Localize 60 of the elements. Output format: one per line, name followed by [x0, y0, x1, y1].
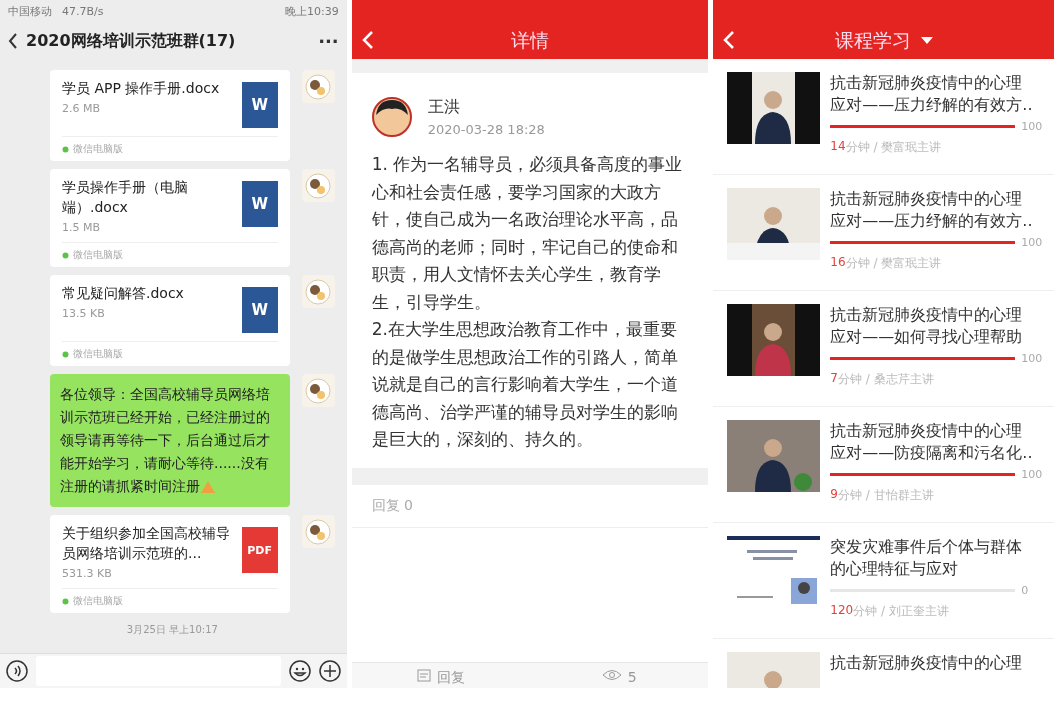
- chat-title: 2020网络培训示范班群(17): [26, 30, 237, 52]
- lecturer-info: 分钟 / 樊富珉主讲: [845, 139, 942, 156]
- course-title: 抗击新冠肺炎疫情中的心理应对——压力纾解的有效方..: [830, 72, 1034, 116]
- file-card[interactable]: 关于组织参加全国高校辅导员网络培训示范班的... 531.3 KB PDF 微信电脑版: [50, 515, 290, 613]
- file-type-icon: W: [241, 82, 278, 128]
- file-name: 常见疑问解答.docx: [62, 284, 185, 303]
- progress-percent: 100: [1021, 352, 1043, 365]
- post-paragraph: 1. 作为一名辅导员，必须具备高度的事业心和社会责任感，要学习国家的大政方针，使自己成为一名政治理论水平高，品德高尚的老师；同时，牢记自己的使命和职责，用人文情怀去关心学生，教育学生，引导学生。: [371, 153, 684, 314]
- source-label: 微信电脑版: [73, 248, 123, 262]
- file-type-icon: W: [241, 287, 278, 333]
- course-item[interactable]: 抗击新冠肺炎疫情中的心理应对——压力纾解的有效方.. 100 16分钟 / 樊富珉主讲: [713, 175, 1054, 291]
- course-item[interactable]: 突发灾难事件后个体与群体的心理特征与应对 0 120分钟 / 刘正奎主讲: [713, 523, 1054, 639]
- page-title[interactable]: 课程学习: [834, 27, 911, 54]
- file-size: 13.5 KB: [62, 307, 106, 320]
- file-card[interactable]: 学员 APP 操作手册.docx 2.6 MB W 微信电脑版: [50, 70, 290, 161]
- file-card[interactable]: 学员操作手册（电脑端）.docx 1.5 MB W 微信电脑版: [50, 169, 290, 267]
- lecturer-info: 分钟 / 甘怡群主讲: [837, 487, 934, 504]
- carrier-name: 中国移动: [8, 3, 52, 19]
- message-bubble: 各位领导：全国高校辅导员网络培训示范班已经开始，已经注册过的领导请再等待一下，后台通过后才能开始学习，请耐心等待......没有注册的请抓紧时间注册: [50, 374, 290, 507]
- duration-minutes: 14: [830, 139, 846, 155]
- progress-percent: 100: [1021, 468, 1043, 481]
- page-title: 详情: [511, 27, 549, 53]
- source-label: 微信电脑版: [73, 594, 123, 608]
- progress-percent: 0: [1021, 584, 1029, 597]
- file-name: 学员 APP 操作手册.docx: [62, 79, 221, 98]
- progress-percent: 100: [1021, 236, 1043, 249]
- more-button[interactable]: ···: [318, 30, 339, 52]
- source-label: 微信电脑版: [73, 347, 123, 361]
- duration-minutes: 7: [830, 371, 838, 387]
- lecturer-info: 分钟 / 刘正奎主讲: [853, 603, 949, 620]
- network-speed: 47.7B/s: [62, 4, 104, 18]
- file-name: 关于组织参加全国高校辅导员网络培训示范班的...: [62, 524, 231, 563]
- course-title: 抗击新冠肺炎疫情中的心理应对——如何寻找心理帮助: [830, 304, 1024, 348]
- course-item[interactable]: 抗击新冠肺炎疫情中的心理应对——压力纾解的有效方.. 100 14分钟 / 樊富珉主讲: [713, 59, 1054, 175]
- file-type-icon: PDF: [241, 527, 278, 573]
- course-item[interactable]: 抗击新冠肺炎疫情中的心理: [713, 639, 1054, 688]
- course-title: 抗击新冠肺炎疫情中的心理应对——压力纾解的有效方..: [830, 188, 1034, 232]
- duration-minutes: 9: [830, 487, 838, 503]
- file-name: 学员操作手册（电脑端）.docx: [62, 178, 189, 217]
- duration-minutes: 120: [830, 603, 854, 619]
- progress-percent: 100: [1021, 120, 1043, 133]
- course-title: 抗击新冠肺炎疫情中的心理: [830, 652, 1024, 674]
- course-item[interactable]: 抗击新冠肺炎疫情中的心理应对——如何寻找心理帮助 100 7分钟 / 桑志芹主讲: [713, 291, 1054, 407]
- course-title: 突发灾难事件后个体与群体的心理特征与应对: [830, 536, 1024, 580]
- post-date: 2020-03-28 18:28: [427, 122, 545, 137]
- author-name: 王洪: [427, 97, 461, 118]
- source-label: 微信电脑版: [73, 142, 123, 156]
- file-type-icon: W: [241, 181, 278, 227]
- post-paragraph: 2.在大学生思想政治教育工作中，最重要的是做学生思想政治工作的引路人，简单说就是自己的言行影响着大学生，一个道德高尚、治学严谨的辅导员对学生的影响是巨大的，深刻的、持久的。: [371, 318, 679, 451]
- lecturer-info: 分钟 / 桑志芹主讲: [837, 371, 934, 388]
- file-card[interactable]: 常见疑问解答.docx 13.5 KB W 微信电脑版: [50, 275, 290, 366]
- file-size: 531.3 KB: [62, 567, 113, 580]
- reply-count: 回复 0: [351, 484, 709, 528]
- clock-time: 晚上10:39: [284, 3, 339, 19]
- file-size: 2.6 MB: [62, 102, 102, 115]
- course-title: 抗击新冠肺炎疫情中的心理应对——防疫隔离和污名化..: [830, 420, 1034, 464]
- course-item[interactable]: 抗击新冠肺炎疫情中的心理应对——防疫隔离和污名化.. 100 9分钟 / 甘怡群主讲: [713, 407, 1054, 523]
- duration-minutes: 16: [830, 255, 846, 271]
- file-size: 1.5 MB: [62, 221, 102, 234]
- lecturer-info: 分钟 / 樊富珉主讲: [845, 255, 942, 272]
